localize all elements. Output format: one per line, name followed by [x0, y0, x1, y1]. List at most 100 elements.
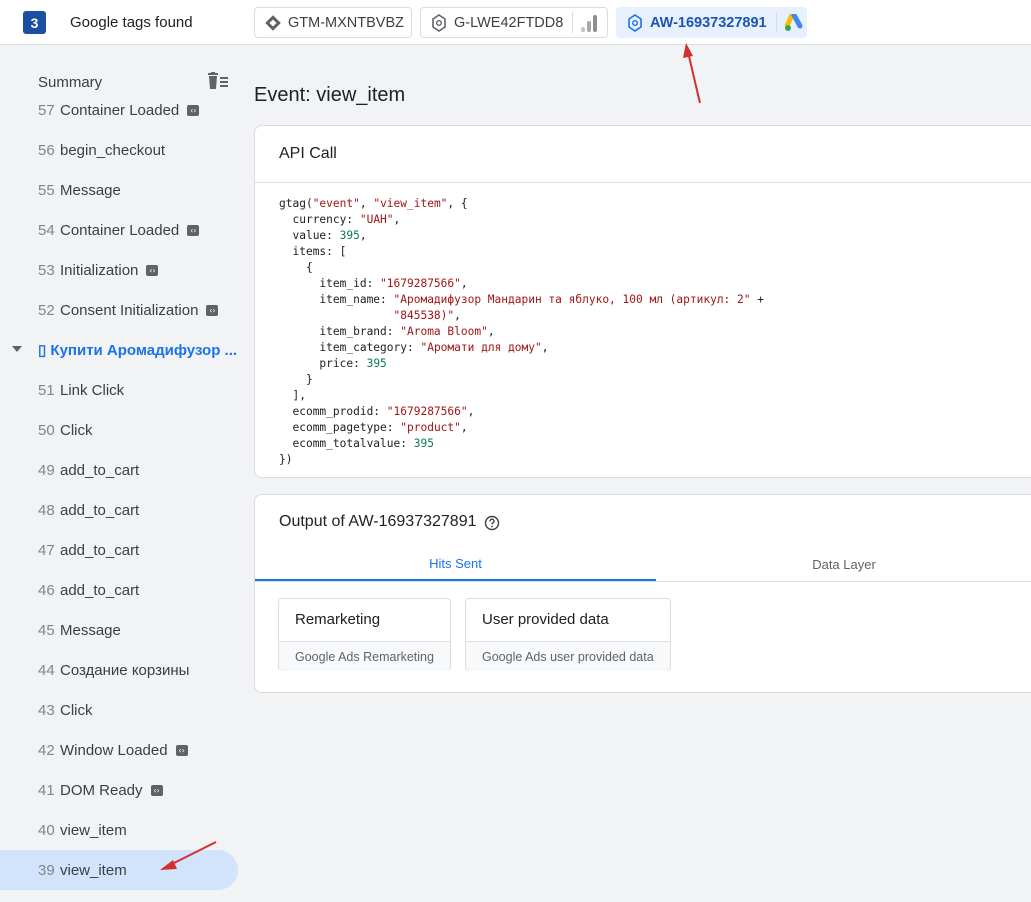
- event-number: 43: [38, 701, 55, 719]
- event-number: 54: [38, 221, 55, 239]
- help-icon[interactable]: [484, 515, 500, 531]
- event-label: Window Loaded: [60, 741, 168, 759]
- event-number: 44: [38, 661, 55, 679]
- event-label: add_to_cart: [60, 461, 140, 479]
- event-item[interactable]: 43 Click: [0, 690, 238, 730]
- event-number: 48: [38, 501, 55, 519]
- hit-name: Remarketing: [295, 611, 381, 628]
- google-tag-icon: [430, 13, 448, 32]
- hit-card-remarketing[interactable]: Remarketing Google Ads Remarketing: [278, 598, 451, 671]
- event-label: Click: [60, 701, 93, 719]
- tab-hits-sent[interactable]: Hits Sent: [255, 547, 656, 581]
- event-title: Event: view_item: [254, 84, 406, 106]
- event-label: view_item: [60, 821, 127, 839]
- tabs-divider: [255, 581, 1031, 582]
- hit-subtitle: Google Ads Remarketing: [279, 641, 450, 671]
- api-call-card: API Call gtag("event", "view_item", { cu…: [254, 125, 1031, 478]
- event-number: 56: [38, 141, 55, 159]
- tag-count-badge: 3: [23, 11, 46, 34]
- event-label: begin_checkout: [60, 141, 166, 159]
- event-label: Создание корзины: [60, 661, 190, 679]
- tag-chip-label: GTM-MXNTBVBZ: [288, 14, 404, 31]
- tag-chip-label: G-LWE42FTDD8: [454, 14, 564, 31]
- output-card: Output of AW-16937327891 Hits Sent Data …: [254, 494, 1031, 693]
- event-item[interactable]: 44 Создание корзины: [0, 650, 238, 690]
- event-label: view_item: [60, 861, 127, 879]
- event-item[interactable]: 51 Link Click: [0, 370, 238, 410]
- hit-subtitle: Google Ads user provided data: [466, 641, 670, 671]
- code-icon: ‹›: [187, 105, 200, 117]
- event-item[interactable]: 52 Consent Initialization ‹›: [0, 290, 238, 330]
- event-number: 40: [38, 821, 55, 839]
- event-number: 39: [38, 861, 55, 879]
- chip-divider: [572, 12, 574, 33]
- event-label: Link Click: [60, 381, 125, 399]
- output-title: Output of AW-16937327891: [279, 513, 477, 530]
- annotation-arrow-top: [683, 43, 701, 104]
- tags-found-title: Google tags found: [70, 14, 193, 31]
- chip-divider: [775, 12, 777, 33]
- code-icon: ‹›: [206, 305, 219, 317]
- page-group-label: ▯ Купити Аромадифузор ...: [38, 342, 238, 359]
- event-number: 57: [38, 101, 55, 119]
- sidebar: Summary 57 Container Loaded ‹› 56 begin_c…: [0, 46, 238, 902]
- hit-name: User provided data: [482, 611, 609, 628]
- code-icon: ‹›: [150, 785, 163, 797]
- event-label: Message: [60, 181, 121, 199]
- event-label: add_to_cart: [60, 501, 140, 519]
- event-number: 46: [38, 581, 55, 599]
- event-label: Message: [60, 621, 121, 639]
- clear-all-icon[interactable]: [206, 72, 230, 92]
- event-number: 52: [38, 301, 55, 319]
- event-item[interactable]: 55 Message: [0, 170, 238, 210]
- event-item-selected[interactable]: 39 view_item: [0, 850, 238, 890]
- event-number: 53: [38, 261, 55, 279]
- event-item[interactable]: 40 view_item: [0, 810, 238, 850]
- tag-chip-google-ads[interactable]: AW-16937327891: [616, 7, 807, 38]
- tag-chip-label: AW-16937327891: [650, 14, 767, 31]
- event-number: 45: [38, 621, 55, 639]
- event-item[interactable]: 46 add_to_cart: [0, 570, 238, 610]
- event-item[interactable]: 47 add_to_cart: [0, 530, 238, 570]
- event-item[interactable]: 48 add_to_cart: [0, 490, 238, 530]
- gtm-diamond-icon: [264, 14, 282, 32]
- event-number: 49: [38, 461, 55, 479]
- hit-card-user-provided-data[interactable]: User provided data Google Ads user provi…: [465, 598, 671, 671]
- tag-chip-gtm[interactable]: GTM-MXNTBVBZ: [254, 7, 412, 38]
- event-label: Click: [60, 421, 93, 439]
- event-label: Initialization: [60, 261, 139, 279]
- event-item[interactable]: 49 add_to_cart: [0, 450, 238, 490]
- event-number: 50: [38, 421, 55, 439]
- event-label: DOM Ready: [60, 781, 143, 799]
- event-item[interactable]: 53 Initialization ‹›: [0, 250, 238, 290]
- divider: [255, 182, 1031, 183]
- page-group-item[interactable]: ▯ Купити Аромадифузор ...: [0, 330, 238, 370]
- event-item[interactable]: 56 begin_checkout: [0, 130, 238, 170]
- event-label: Container Loaded: [60, 101, 180, 119]
- event-item[interactable]: 57 Container Loaded ‹›: [0, 100, 238, 130]
- code-icon: ‹›: [175, 745, 188, 757]
- event-list: 57 Container Loaded ‹› 56 begin_checkout …: [0, 100, 238, 902]
- event-number: 55: [38, 181, 55, 199]
- google-tag-icon: [626, 13, 644, 32]
- event-label: Consent Initialization: [60, 301, 199, 319]
- analytics-bars-icon: [581, 14, 598, 32]
- event-number: 47: [38, 541, 55, 559]
- event-number: 41: [38, 781, 55, 799]
- api-call-code: gtag("event", "view_item", { currency: "…: [279, 197, 764, 466]
- code-icon: ‹›: [187, 225, 200, 237]
- event-item[interactable]: 54 Container Loaded ‹›: [0, 210, 238, 250]
- event-item[interactable]: 41 DOM Ready ‹›: [0, 770, 238, 810]
- event-item[interactable]: 45 Message: [0, 610, 238, 650]
- tag-chip-ga4[interactable]: G-LWE42FTDD8: [420, 7, 608, 38]
- event-label: add_to_cart: [60, 581, 140, 599]
- tab-data-layer[interactable]: Data Layer: [656, 547, 1031, 581]
- event-item[interactable]: 42 Window Loaded ‹›: [0, 730, 238, 770]
- event-item[interactable]: 50 Click: [0, 410, 238, 450]
- event-number: 51: [38, 381, 55, 399]
- summary-label[interactable]: Summary: [38, 74, 102, 91]
- api-call-title: API Call: [279, 145, 337, 162]
- google-ads-icon: [784, 13, 805, 32]
- caret-down-icon[interactable]: [12, 346, 22, 352]
- event-number: 42: [38, 741, 55, 759]
